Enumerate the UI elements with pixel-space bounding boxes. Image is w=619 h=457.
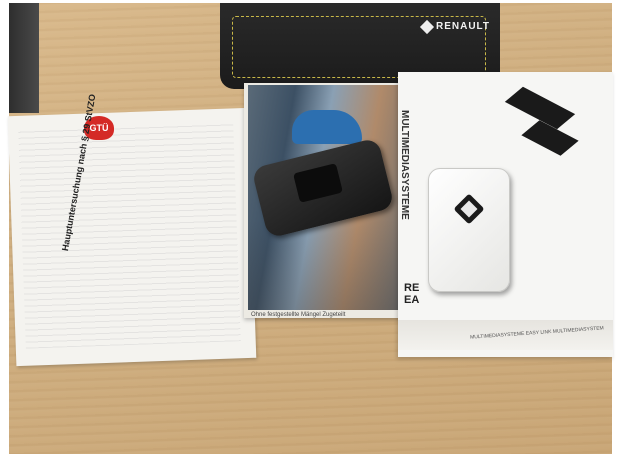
certificate-text-lines <box>18 121 241 349</box>
folder-brand-label: RENAULT <box>436 21 491 32</box>
manual-footer-text: Ohne festgestellte Mängel Zugeteilt <box>251 312 346 318</box>
white-key-card <box>428 168 510 292</box>
dark-object-corner <box>9 3 39 113</box>
multimedia-cover-letters: RE EA <box>404 282 420 306</box>
photo-scene: RENAULT GTÜ Hauptuntersuchung nach § 29 … <box>0 0 619 457</box>
multimedia-manual-title: MULTIMEDIASYSTEME <box>399 110 410 220</box>
